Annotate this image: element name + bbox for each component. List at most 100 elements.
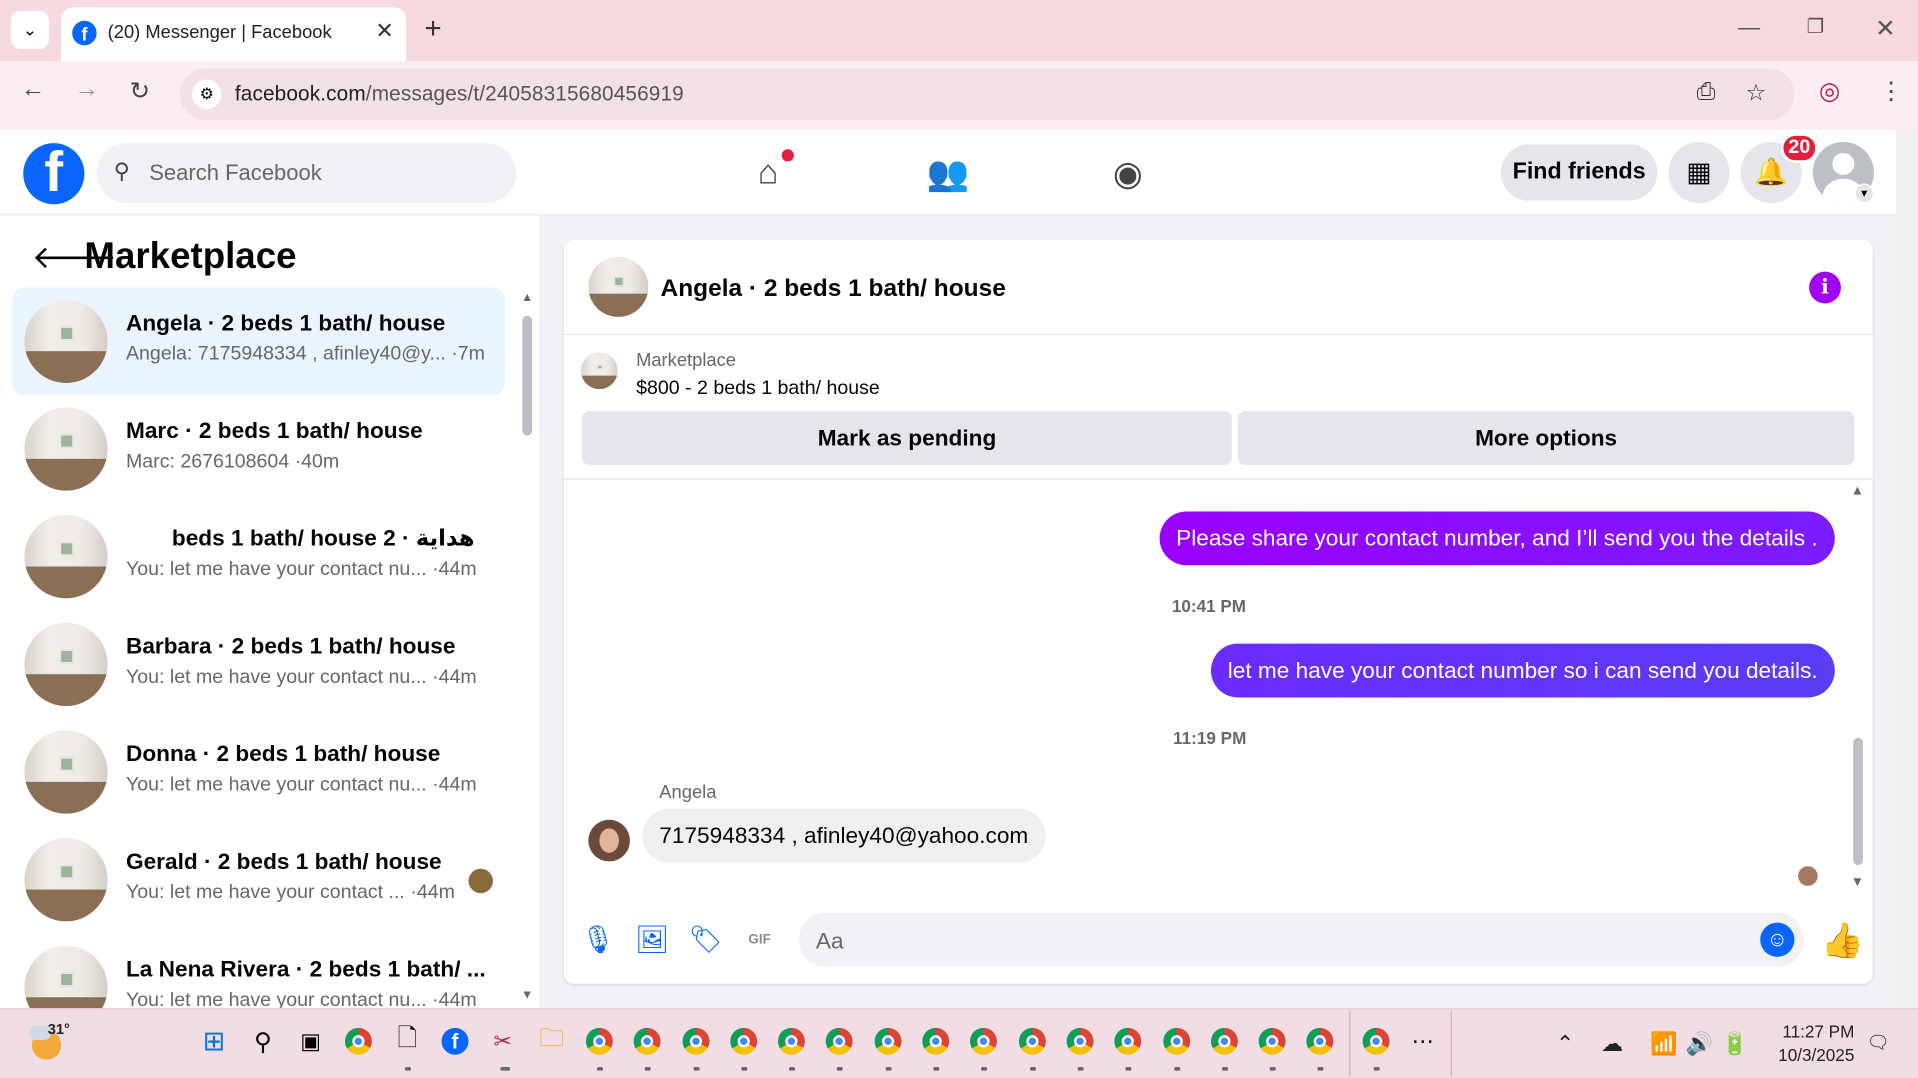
chrome-icon[interactable]	[1209, 1025, 1241, 1057]
back-icon[interactable]: ←	[21, 76, 45, 104]
thread-item[interactable]: Barbara · 2 beds 1 bath/ house You: let …	[12, 611, 505, 719]
mark-as-pending-button[interactable]: Mark as pending	[582, 411, 1232, 465]
browser-tab[interactable]: f (20) Messenger | Facebook ✕	[61, 7, 407, 62]
search-icon: ⚲	[113, 159, 130, 184]
chrome-icon[interactable]	[968, 1025, 1000, 1057]
address-bar[interactable]: ⚙ facebook.com/messages/t/24058315680456…	[179, 68, 1795, 120]
notification-center-icon[interactable]: 🗨	[1867, 1031, 1890, 1054]
site-info-icon[interactable]: ⚙	[192, 79, 222, 109]
menu-grid-icon[interactable]: ▦	[1668, 141, 1730, 204]
microphone-icon[interactable]: 🎙	[581, 923, 615, 957]
scroll-down-icon[interactable]: ▼	[1851, 875, 1864, 890]
search-input[interactable]: ⚲ Search Facebook	[96, 143, 517, 204]
chrome-icon[interactable]	[1256, 1025, 1288, 1057]
conversation-thumbnail[interactable]	[588, 256, 649, 317]
bookmark-star-icon[interactable]: ☆	[1746, 80, 1767, 108]
gif-icon[interactable]: GIF	[742, 923, 776, 957]
url-text[interactable]: facebook.com/messages/t/2405831568045691…	[235, 82, 684, 106]
system-clock[interactable]: 11:27 PM 10/3/2025	[1761, 1020, 1854, 1066]
chrome-icon[interactable]	[342, 1025, 374, 1057]
install-app-icon[interactable]: ⎙	[1697, 80, 1716, 107]
chrome-icon[interactable]	[680, 1025, 712, 1057]
thread-item[interactable]: Gerald · 2 beds 1 bath/ house You: let m…	[12, 826, 505, 934]
message-input[interactable]: Aa ☺	[798, 912, 1805, 967]
onedrive-icon[interactable]: ☁	[1601, 1031, 1623, 1057]
chrome-icon[interactable]	[728, 1025, 760, 1057]
chrome-icon[interactable]	[631, 1025, 663, 1057]
outgoing-message[interactable]: let me have your contact number so i can…	[1210, 643, 1835, 698]
page-scrollbar[interactable]	[1895, 129, 1918, 1009]
thread-item[interactable]: Marc · 2 beds 1 bath/ house Marc: 267610…	[12, 395, 505, 503]
conversation-title[interactable]: Angela · 2 beds 1 bath/ house	[661, 275, 1006, 303]
thread-preview: Marc: 2676108604 ·40m	[125, 451, 340, 473]
chrome-icon[interactable]	[920, 1025, 952, 1057]
new-tab-button[interactable]: +	[424, 12, 441, 46]
listing-title[interactable]: $800 - 2 beds 1 bath/ house	[636, 378, 880, 400]
running-indicator	[885, 1066, 892, 1071]
scrollbar-thumb[interactable]	[522, 315, 533, 436]
find-friends-button[interactable]: Find friends	[1500, 144, 1658, 201]
thread-item[interactable]: La Nena Rivera · 2 beds 1 bath/ ... You:…	[12, 934, 505, 1009]
chrome-icon[interactable]	[1064, 1025, 1096, 1057]
chrome-icon[interactable]	[776, 1025, 808, 1057]
scroll-down-icon[interactable]: ▼	[521, 989, 533, 1002]
outgoing-message[interactable]: Please share your contact number, and I’…	[1159, 511, 1835, 566]
scroll-up-icon[interactable]: ▲	[1851, 483, 1864, 498]
friends-icon[interactable]: 👥	[924, 148, 973, 197]
listing-thumbnail	[24, 407, 108, 491]
thread-list-scrollbar[interactable]: ▲ ▼	[520, 291, 535, 1004]
chrome-icon[interactable]	[1161, 1025, 1193, 1057]
chrome-icon[interactable]	[1112, 1025, 1144, 1057]
chrome-icon[interactable]	[1016, 1025, 1048, 1057]
thumbs-up-icon[interactable]: 👍	[1821, 920, 1864, 960]
start-icon[interactable]: ⊞	[198, 1025, 230, 1057]
chrome-icon[interactable]	[1304, 1025, 1336, 1057]
taskbar-divider	[1450, 1010, 1452, 1077]
battery-icon[interactable]: 🔋	[1721, 1031, 1748, 1057]
minimize-icon[interactable]: —	[1738, 15, 1760, 41]
restore-icon[interactable]: ❐	[1807, 15, 1825, 39]
scroll-up-icon[interactable]: ▲	[521, 291, 533, 304]
emoji-icon[interactable]: ☺	[1760, 922, 1795, 957]
file-explorer-icon[interactable]: 🗀	[536, 1025, 568, 1057]
facebook-logo[interactable]: f	[23, 143, 85, 205]
more-apps-icon[interactable]: ⋯	[1407, 1025, 1439, 1057]
snipping-tool-icon[interactable]: ✂	[487, 1025, 519, 1057]
thread-item[interactable]: Donna · 2 beds 1 bath/ house You: let me…	[12, 718, 505, 826]
sender-avatar[interactable]	[588, 819, 630, 862]
browser-menu-icon[interactable]: ⋮	[1879, 76, 1903, 107]
thread-item[interactable]: هداية · 2 beds 1 bath/ house You: let me…	[12, 503, 505, 611]
message-placeholder: Aa	[815, 927, 844, 954]
thread-name: Gerald · 2 beds 1 bath/ house	[125, 847, 442, 874]
info-icon[interactable]: i	[1809, 271, 1841, 304]
photo-attach-icon[interactable]: 🖼	[635, 923, 669, 957]
listing-thumbnail	[24, 945, 108, 1009]
chrome-icon[interactable]	[1360, 1025, 1392, 1057]
incoming-message[interactable]: 7175948334 , afinley40@yahoo.com	[642, 808, 1046, 863]
forward-icon[interactable]: →	[75, 76, 99, 104]
reload-icon[interactable]: ↻	[130, 76, 151, 107]
file-icon[interactable]: 🗋	[391, 1025, 423, 1057]
profile-icon[interactable]: ◎	[1819, 76, 1840, 107]
thread-item[interactable]: Angela · 2 beds 1 bath/ house Angela: 71…	[12, 287, 506, 396]
sticker-icon[interactable]: 🏷	[689, 923, 723, 957]
groups-icon[interactable]: ◉	[1103, 148, 1152, 197]
more-options-button[interactable]: More options	[1237, 411, 1855, 465]
tray-overflow-icon[interactable]: ⌃	[1556, 1031, 1574, 1057]
taskbar-search-icon[interactable]: ⚲	[247, 1025, 279, 1057]
facebook-app-icon[interactable]: f	[439, 1025, 471, 1057]
chrome-icon[interactable]	[823, 1025, 855, 1057]
scrollbar-thumb[interactable]	[1853, 737, 1863, 866]
chrome-icon[interactable]	[872, 1025, 904, 1057]
close-tab-icon[interactable]: ✕	[375, 18, 393, 44]
task-view-icon[interactable]: ▣	[295, 1025, 327, 1057]
wifi-icon[interactable]: 📶	[1650, 1031, 1677, 1057]
window-close-icon[interactable]: ✕	[1875, 13, 1896, 44]
message-scrollbar[interactable]: ▲ ▼	[1848, 481, 1868, 897]
volume-icon[interactable]: 🔊	[1686, 1031, 1713, 1057]
tab-search-button[interactable]: ⌄	[11, 11, 49, 49]
thread-preview: You: let me have your contact nu... ·44m	[125, 774, 477, 796]
chrome-icon[interactable]	[583, 1025, 615, 1057]
thread-preview: You: let me have your contact nu... ·44m	[125, 989, 477, 1009]
account-chevron-icon[interactable]: ▾	[1854, 183, 1874, 204]
